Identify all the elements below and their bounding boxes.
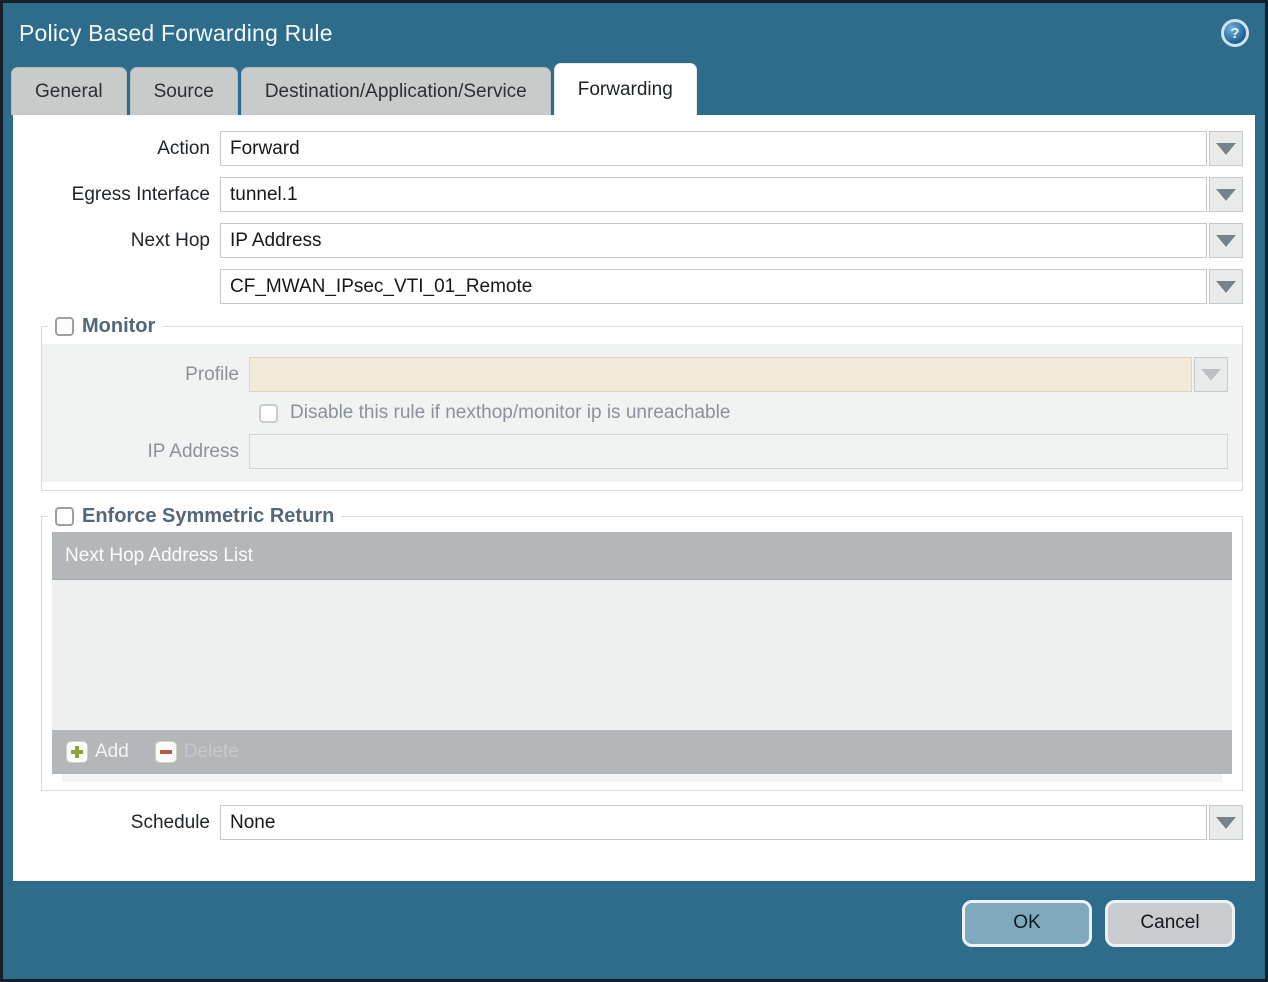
dialog-title: Policy Based Forwarding Rule (19, 19, 333, 46)
symmetric-return-checkbox[interactable] (55, 507, 74, 526)
add-button-label: Add (95, 741, 129, 762)
next-hop-row: Next Hop (13, 223, 1243, 258)
plus-icon (66, 741, 88, 763)
schedule-row: Schedule (13, 805, 1243, 840)
schedule-input[interactable] (220, 805, 1207, 840)
action-label: Action (157, 137, 210, 159)
monitor-ip-address-input[interactable] (249, 434, 1228, 469)
symmetric-return-title: Enforce Symmetric Return (82, 505, 335, 527)
next-hop-address-combobox (220, 269, 1243, 304)
next-hop-type-combobox (220, 223, 1243, 258)
schedule-label: Schedule (130, 811, 210, 833)
next-hop-address-list-table: Next Hop Address List Add Delete (52, 532, 1232, 782)
schedule-dropdown-button[interactable] (1209, 805, 1243, 840)
table-scroll-strip (62, 774, 1222, 782)
tab-forwarding[interactable]: Forwarding (553, 63, 697, 115)
chevron-down-icon (1216, 142, 1236, 155)
dialog-titlebar: Policy Based Forwarding Rule ? (3, 3, 1265, 63)
dialog-footer: OK Cancel (3, 881, 1265, 979)
forwarding-tab-panel: Action Egress Interface Next Hop (13, 115, 1255, 881)
monitor-checkbox[interactable] (55, 317, 74, 336)
chevron-down-icon (1201, 368, 1221, 381)
profile-dropdown-button[interactable] (1194, 357, 1228, 392)
monitor-group: Monitor Profile Disable this rule if nex… (41, 315, 1243, 491)
action-input[interactable] (220, 131, 1207, 166)
chevron-down-icon (1216, 816, 1236, 829)
action-dropdown-button[interactable] (1209, 131, 1243, 166)
tab-bar: General Source Destination/Application/S… (3, 63, 1265, 115)
next-hop-address-input[interactable] (220, 269, 1207, 304)
monitor-ip-address-label: IP Address (147, 440, 239, 462)
next-hop-address-row (13, 269, 1243, 304)
monitor-title: Monitor (82, 315, 156, 337)
symmetric-return-legend: Enforce Symmetric Return (48, 505, 341, 528)
ok-button[interactable]: OK (962, 899, 1092, 947)
egress-interface-dropdown-button[interactable] (1209, 177, 1243, 212)
delete-button-label: Delete (183, 741, 239, 762)
profile-label: Profile (185, 363, 239, 385)
profile-combobox (249, 357, 1228, 392)
chevron-down-icon (1216, 188, 1236, 201)
next-hop-address-dropdown-button[interactable] (1209, 269, 1243, 304)
next-hop-type-input[interactable] (220, 223, 1207, 258)
tab-general[interactable]: General (11, 67, 127, 115)
next-hop-label: Next Hop (130, 229, 210, 251)
disable-rule-checkbox[interactable] (259, 403, 278, 423)
egress-interface-label: Egress Interface (71, 183, 210, 205)
profile-input[interactable] (249, 357, 1192, 392)
egress-interface-row: Egress Interface (13, 177, 1243, 212)
monitor-legend: Monitor (48, 315, 162, 338)
action-row: Action (13, 131, 1243, 166)
action-combobox (220, 131, 1243, 166)
chevron-down-icon (1216, 280, 1236, 293)
egress-interface-input[interactable] (220, 177, 1207, 212)
add-button[interactable]: Add (66, 741, 129, 763)
next-hop-address-list-body[interactable] (52, 580, 1232, 730)
cancel-button[interactable]: Cancel (1105, 899, 1235, 947)
next-hop-address-list-toolbar: Add Delete (52, 730, 1232, 774)
disable-rule-row: Disable this rule if nexthop/monitor ip … (259, 402, 1228, 424)
tab-source[interactable]: Source (129, 67, 238, 115)
minus-icon (154, 741, 177, 763)
monitor-ip-address-field (249, 434, 1228, 469)
delete-button[interactable]: Delete (154, 741, 239, 763)
monitor-panel: Profile Disable this rule if nexthop/mon… (42, 344, 1242, 482)
chevron-down-icon (1216, 234, 1236, 247)
next-hop-address-list-header: Next Hop Address List (52, 532, 1232, 580)
schedule-combobox (220, 805, 1243, 840)
help-icon[interactable]: ? (1221, 19, 1249, 47)
profile-row: Profile (42, 357, 1228, 392)
next-hop-type-dropdown-button[interactable] (1209, 223, 1243, 258)
tab-destination-application-service[interactable]: Destination/Application/Service (240, 67, 551, 115)
egress-interface-combobox (220, 177, 1243, 212)
symmetric-return-group: Enforce Symmetric Return Next Hop Addres… (41, 505, 1243, 791)
monitor-ip-address-row: IP Address (42, 434, 1228, 469)
disable-rule-label: Disable this rule if nexthop/monitor ip … (290, 402, 731, 423)
